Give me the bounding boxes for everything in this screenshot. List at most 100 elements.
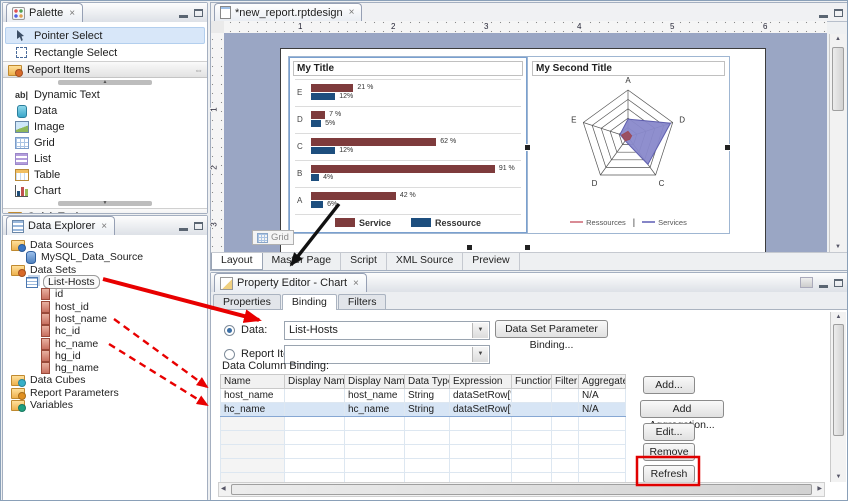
tree-item-hc-name[interactable]: hc_name xyxy=(3,337,207,349)
palette-tool-pointer-select[interactable]: Pointer Select xyxy=(5,27,205,44)
layout-canvas[interactable]: My Title E21 %12%D7 %5%C62 %12%B91 %4%A4… xyxy=(224,33,827,253)
scroll-down-arrow[interactable]: ▼ xyxy=(830,244,846,250)
refresh-button[interactable]: Refresh xyxy=(643,465,695,483)
maximize-icon[interactable] xyxy=(194,9,203,17)
minimize-icon[interactable] xyxy=(819,277,828,288)
palette-tool-rectangle-select[interactable]: Rectangle Select xyxy=(5,44,205,61)
panel-vertical-scrollbar[interactable]: ▲ ▼ xyxy=(830,312,846,482)
selection-handle[interactable] xyxy=(466,244,473,251)
property-editor-tab[interactable]: Property Editor - Chart × xyxy=(214,273,367,292)
chevron-down-icon[interactable]: ▼ xyxy=(472,347,488,362)
table-row-empty[interactable] xyxy=(221,459,626,473)
data-column-binding-table[interactable]: NameDisplay Name IDDisplay NameData Type… xyxy=(220,374,626,487)
layout-toggle-icon[interactable]: ⇔ xyxy=(194,65,203,75)
column-header-name[interactable]: Name xyxy=(221,375,285,389)
chart-radar[interactable]: My Second Title ADCDE Ressources | Servi… xyxy=(528,57,729,233)
table-row-empty[interactable] xyxy=(221,417,626,431)
tab-preview[interactable]: Preview xyxy=(463,253,519,270)
tab-layout[interactable]: Layout xyxy=(211,253,263,270)
selection-handle[interactable] xyxy=(724,144,731,151)
maximize-icon[interactable] xyxy=(834,9,843,17)
tab-script[interactable]: Script xyxy=(341,253,387,270)
close-icon[interactable]: × xyxy=(353,278,359,289)
edit-button[interactable]: Edit... xyxy=(643,423,695,441)
tree-item-hg-name[interactable]: hg_name xyxy=(3,362,207,374)
table-row-empty[interactable] xyxy=(221,445,626,459)
add-aggregation-button[interactable]: Add Aggregation... xyxy=(640,400,724,418)
tree-item-id[interactable]: id xyxy=(3,288,207,300)
scroll-right-arrow[interactable]: ▶ xyxy=(817,485,822,492)
palette-item-chart[interactable]: Chart xyxy=(5,183,205,199)
grid-element[interactable]: My Title E21 %12%D7 %5%C62 %12%B91 %4%A4… xyxy=(288,56,730,234)
tree-item-mysql-data-source[interactable]: MySQL_Data_Source xyxy=(3,251,207,263)
close-icon[interactable]: × xyxy=(101,221,107,232)
palette-item-list[interactable]: List xyxy=(5,151,205,167)
scroll-up-arrow[interactable]: ▲ xyxy=(830,36,846,42)
add-button[interactable]: Add... xyxy=(643,376,695,394)
tab-master-page[interactable]: Master Page xyxy=(263,253,342,270)
table-row-hc-name[interactable]: hc_namehc_nameStringdataSetRow["hc...N/A xyxy=(221,403,626,417)
column-header-expression[interactable]: Expression xyxy=(450,375,512,389)
data-set-parameter-binding-button[interactable]: Data Set Parameter Binding... xyxy=(495,320,608,338)
scroll-up-arrow[interactable]: ▲ xyxy=(831,314,846,320)
scroll-down-arrow[interactable]: ▼ xyxy=(831,474,846,480)
scrollbar-thumb[interactable] xyxy=(833,324,844,436)
scroll-up-strip[interactable]: ▲ xyxy=(58,80,152,85)
table-row-host-name[interactable]: host_namehost_nameStringdataSetRow["ho..… xyxy=(221,389,626,403)
tree-item-host-name[interactable]: host_name xyxy=(3,313,207,325)
tree-item-host-id[interactable]: host_id xyxy=(3,300,207,312)
palette-item-data[interactable]: Data xyxy=(5,103,205,119)
scrollbar-thumb[interactable] xyxy=(231,484,812,495)
close-icon[interactable]: × xyxy=(69,8,75,19)
palette-item-table[interactable]: Table xyxy=(5,167,205,183)
column-header-filter[interactable]: Filter xyxy=(552,375,579,389)
minimize-icon[interactable] xyxy=(179,220,188,231)
tab-binding[interactable]: Binding xyxy=(282,294,337,310)
close-icon[interactable]: × xyxy=(349,7,355,18)
selection-handle[interactable] xyxy=(524,244,531,251)
report-page[interactable]: My Title E21 %12%D7 %5%C62 %12%B91 %4%A4… xyxy=(280,48,766,253)
scroll-left-arrow[interactable]: ◀ xyxy=(221,485,226,492)
minimize-icon[interactable] xyxy=(179,7,188,18)
tree-item-hg-id[interactable]: hg_id xyxy=(3,350,207,362)
tab-properties[interactable]: Properties xyxy=(213,294,281,309)
tree-item-data-cubes[interactable]: Data Cubes xyxy=(3,374,207,386)
table-row-empty[interactable] xyxy=(221,431,626,445)
editor-vertical-scrollbar[interactable]: ▲ ▼ xyxy=(829,34,846,252)
data-radio[interactable] xyxy=(224,325,235,336)
tree-item-hc-id[interactable]: hc_id xyxy=(3,325,207,337)
data-explorer-tab[interactable]: Data Explorer × xyxy=(6,216,115,235)
table-horizontal-scrollbar[interactable]: ◀ ▶ xyxy=(218,482,825,497)
report-item-radio[interactable] xyxy=(224,349,235,360)
palette-tab[interactable]: Palette × xyxy=(6,3,83,22)
column-header-display-name[interactable]: Display Name xyxy=(345,375,405,389)
maximize-icon[interactable] xyxy=(834,279,843,287)
section-report-items[interactable]: Report Items ⇔ xyxy=(3,61,207,78)
tree-item-variables[interactable]: Variables xyxy=(3,399,207,411)
tree-item-report-parameters[interactable]: Report Parameters xyxy=(3,387,207,399)
editor-tab[interactable]: *new_report.rptdesign × xyxy=(214,3,362,21)
minimize-icon[interactable] xyxy=(819,7,828,18)
column-header-function[interactable]: Function xyxy=(512,375,552,389)
tree-item-data-sources[interactable]: Data Sources xyxy=(3,239,207,251)
selection-handle[interactable] xyxy=(524,144,531,151)
palette-item-image[interactable]: Image xyxy=(5,119,205,135)
palette-item-dynamic-text[interactable]: ab|Dynamic Text xyxy=(5,87,205,103)
section-quick-tools[interactable]: Quick Tools ⇔ xyxy=(3,208,207,213)
maximize-icon[interactable] xyxy=(194,222,203,230)
tab-xml-source[interactable]: XML Source xyxy=(387,253,463,270)
scroll-down-strip[interactable]: ▼ xyxy=(58,201,152,206)
chevron-down-icon[interactable]: ▼ xyxy=(472,323,488,338)
layout-toggle-icon[interactable]: ⇔ xyxy=(194,212,203,214)
palette-item-grid[interactable]: Grid xyxy=(5,135,205,151)
data-set-combo[interactable]: List-Hosts ▼ xyxy=(284,321,490,340)
tree-item-list-hosts[interactable]: List-Hosts xyxy=(3,276,207,288)
tree-item-data-sets[interactable]: Data Sets xyxy=(3,264,207,276)
column-header-data-type[interactable]: Data Type xyxy=(405,375,450,389)
remove-button[interactable]: Remove xyxy=(643,443,695,461)
grid-element-tag[interactable]: Grid xyxy=(252,230,294,245)
column-header-display-name-id[interactable]: Display Name ID xyxy=(285,375,345,389)
chart-bar[interactable]: My Title E21 %12%D7 %5%C62 %12%B91 %4%A4… xyxy=(289,57,528,233)
scrollbar-thumb[interactable] xyxy=(832,47,844,111)
column-header-aggregate-on[interactable]: Aggregate On xyxy=(579,375,626,389)
